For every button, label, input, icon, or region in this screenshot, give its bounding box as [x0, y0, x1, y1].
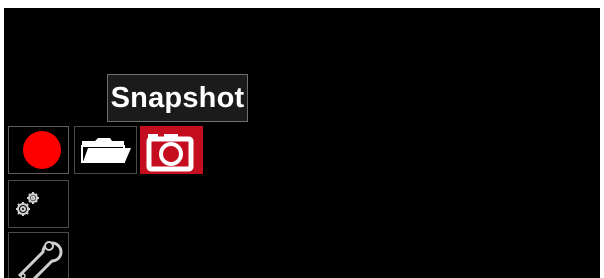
snapshot-tooltip: Snapshot	[107, 74, 248, 122]
main-screen: Snapshot	[4, 8, 600, 278]
record-button[interactable]	[8, 126, 69, 174]
snapshot-button[interactable]	[140, 126, 203, 174]
settings-button[interactable]	[8, 180, 69, 228]
wrench-icon	[17, 241, 63, 278]
gears-icon	[16, 192, 39, 216]
record-icon	[23, 131, 61, 169]
tools-button[interactable]	[8, 232, 69, 278]
open-folder-button[interactable]	[74, 126, 137, 174]
camera-icon	[146, 134, 194, 172]
folder-icon	[81, 138, 131, 163]
